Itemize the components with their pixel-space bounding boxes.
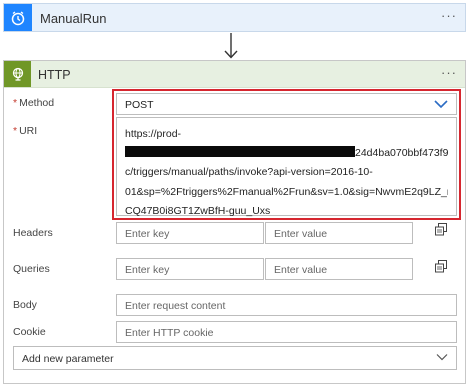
http-more-menu-button[interactable]: ··· bbox=[441, 65, 457, 80]
globe-icon bbox=[12, 67, 23, 81]
queries-key-input[interactable]: Enter key bbox=[116, 258, 264, 280]
manualrun-card[interactable]: ManualRun ··· bbox=[3, 3, 466, 32]
method-label-text: Method bbox=[19, 97, 55, 109]
http-title: HTTP bbox=[38, 68, 71, 82]
http-action-card: HTTP ··· * Method * URI POST https://prod-… bbox=[3, 60, 466, 384]
trigger-more-menu-button[interactable]: ··· bbox=[441, 8, 457, 23]
headers-switch-mode-icon[interactable] bbox=[435, 223, 447, 236]
uri-line-2-text: 24d4ba070bbf473f93e7 bbox=[355, 147, 448, 160]
method-value: POST bbox=[125, 99, 154, 111]
queries-label: Queries bbox=[13, 263, 50, 275]
uri-input[interactable]: https://prod- 24d4ba070bbf473f93e7 c/tri… bbox=[116, 117, 457, 217]
uri-line-1: https://prod- bbox=[125, 128, 182, 140]
headers-value-input[interactable]: Enter value bbox=[265, 222, 413, 244]
uri-label: * URI bbox=[13, 125, 37, 137]
headers-label: Headers bbox=[13, 227, 53, 239]
add-parameter-label: Add new parameter bbox=[22, 353, 114, 365]
uri-line-4: 01&sp=%2Ftriggers%2Fmanual%2Frun&sv=1.0&… bbox=[125, 185, 448, 198]
flow-arrow bbox=[224, 33, 238, 59]
method-dropdown[interactable]: POST bbox=[116, 93, 457, 115]
uri-line-3: c/triggers/manual/paths/invoke?api-versi… bbox=[125, 166, 373, 179]
uri-label-text: URI bbox=[19, 125, 38, 137]
uri-required-marker: * bbox=[13, 125, 18, 137]
body-label: Body bbox=[13, 299, 37, 311]
body-input[interactable]: Enter request content bbox=[116, 294, 457, 316]
clock-icon bbox=[11, 10, 25, 25]
http-card-header[interactable]: HTTP ··· bbox=[4, 61, 465, 88]
queries-value-input[interactable]: Enter value bbox=[265, 258, 413, 280]
http-icon-box bbox=[4, 61, 31, 87]
chevron-down-icon[interactable] bbox=[436, 352, 448, 362]
uri-line-2: 24d4ba070bbf473f93e7 bbox=[125, 144, 448, 163]
headers-key-input[interactable]: Enter key bbox=[116, 222, 264, 244]
method-required-marker: * bbox=[13, 97, 18, 109]
add-parameter-dropdown[interactable]: Add new parameter bbox=[13, 346, 457, 370]
chevron-down-icon[interactable] bbox=[434, 98, 448, 110]
method-label: * Method bbox=[13, 97, 54, 109]
uri-line-5: CQ47B0i8GT1ZwBfH-guu_Uxs bbox=[125, 204, 271, 217]
trigger-title: ManualRun bbox=[40, 11, 107, 26]
trigger-icon-box bbox=[4, 4, 32, 31]
cookie-label: Cookie bbox=[13, 326, 46, 338]
cookie-input[interactable]: Enter HTTP cookie bbox=[116, 321, 457, 343]
redacted-block bbox=[125, 146, 355, 158]
queries-switch-mode-icon[interactable] bbox=[435, 260, 447, 273]
